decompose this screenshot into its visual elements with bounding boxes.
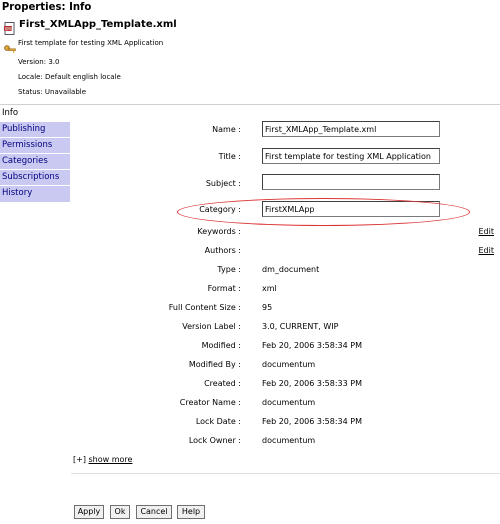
xml-file-icon: XML <box>4 20 16 35</box>
name-label: Name : <box>212 125 241 134</box>
version-label-value: 3.0, CURRENT, WIP <box>262 322 339 331</box>
window-title: Properties: Info <box>1 0 92 13</box>
info-panel: Name : First_XMLApp_Template.xml Title :… <box>71 113 500 473</box>
apply-button[interactable]: Apply <box>74 505 104 519</box>
ok-button[interactable]: Ok <box>110 505 130 519</box>
tab-subscriptions[interactable]: Subscriptions <box>0 169 70 186</box>
content-size-value: 95 <box>262 303 273 312</box>
lock-date-value: Feb 20, 2006 3:58:34 PM <box>262 417 362 426</box>
authors-edit-link[interactable]: Edit <box>479 246 495 255</box>
lock-owner-label: Lock Owner : <box>188 436 241 445</box>
svg-text:XML: XML <box>5 26 14 31</box>
authors-label: Authors : <box>204 246 241 255</box>
type-label: Type : <box>217 265 241 274</box>
title-label: Title : <box>218 152 241 161</box>
tab-info: Info <box>0 106 70 122</box>
lock-owner-value: documentum <box>262 436 316 445</box>
created-label: Created : <box>204 379 241 388</box>
show-more-toggle[interactable]: [+] show more <box>73 455 132 464</box>
format-label: Format : <box>207 284 241 293</box>
help-button[interactable]: Help <box>177 505 205 519</box>
header-divider <box>0 104 500 105</box>
tab-publishing[interactable]: Publishing <box>0 121 70 138</box>
content-size-label: Full Content Size : <box>168 303 241 312</box>
created-value: Feb 20, 2006 3:58:33 PM <box>262 379 362 388</box>
creator-name-label: Creator Name : <box>179 398 241 407</box>
title-field[interactable]: First template for testing XML Applicati… <box>262 148 440 164</box>
file-description: First template for testing XML Applicati… <box>18 39 164 47</box>
version-label-label: Version Label : <box>182 322 241 331</box>
keywords-label: Keywords : <box>197 227 241 236</box>
subject-label: Subject : <box>205 179 241 188</box>
creator-name-value: documentum <box>262 398 316 407</box>
modified-by-value: documentum <box>262 360 316 369</box>
property-tabs: Info Publishing Permissions Categories S… <box>0 106 70 202</box>
tab-permissions[interactable]: Permissions <box>0 137 70 154</box>
modified-by-label: Modified By : <box>188 360 241 369</box>
object-header: XML First_XMLApp_Template.xml First temp… <box>0 13 500 105</box>
tab-history[interactable]: History <box>0 185 70 202</box>
modified-value: Feb 20, 2006 3:58:34 PM <box>262 341 362 350</box>
cancel-button[interactable]: Cancel <box>136 505 172 519</box>
category-highlight-annotation <box>177 198 470 226</box>
keywords-edit-link[interactable]: Edit <box>479 227 495 236</box>
key-icon <box>4 40 16 53</box>
type-value: dm_document <box>262 265 320 274</box>
subject-field[interactable] <box>262 174 440 190</box>
status-info: Status: Unavailable <box>18 88 87 96</box>
tab-categories[interactable]: Categories <box>0 153 70 170</box>
version-info: Version: 3.0 <box>18 58 60 66</box>
name-field[interactable]: First_XMLApp_Template.xml <box>262 121 440 137</box>
modified-label: Modified : <box>201 341 241 350</box>
format-value: xml <box>262 284 277 293</box>
locale-info: Locale: Default english locale <box>18 73 121 81</box>
lock-date-label: Lock Date : <box>195 417 241 426</box>
footer-divider <box>71 473 500 474</box>
show-more-link[interactable]: show more <box>89 455 133 464</box>
file-name: First_XMLApp_Template.xml <box>19 19 177 30</box>
expand-bracket: [+] <box>73 455 86 464</box>
